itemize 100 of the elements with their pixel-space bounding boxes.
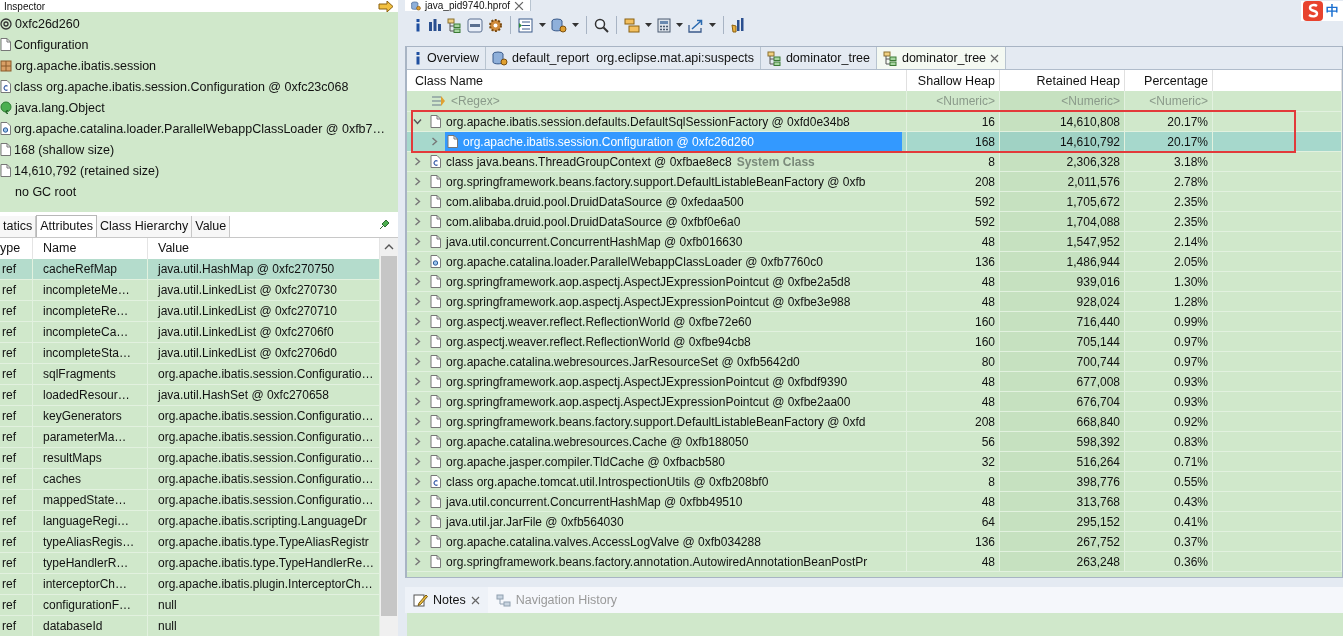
class-name[interactable]: org.apache.catalina.webresources.JarResourceSet @ 0xfb5642d0 — [446, 354, 800, 369]
table-cell: parameterMa… — [33, 427, 148, 447]
class-name[interactable]: org.apache.catalina.valves.AccessLogValve @ 0xfb034288 — [446, 534, 761, 549]
table-cell: loadedResour… — [33, 385, 148, 405]
tab[interactable]: Value — [192, 216, 231, 237]
expander-icon[interactable] — [430, 137, 439, 146]
expander-icon[interactable] — [413, 217, 422, 226]
class-name[interactable]: java.util.jar.JarFile @ 0xfb564030 — [446, 514, 624, 529]
caret-icon[interactable] — [709, 23, 716, 27]
group-icon[interactable] — [624, 17, 640, 33]
expander-icon[interactable] — [413, 157, 422, 166]
tab[interactable]: dominator_tree — [876, 47, 1007, 69]
column-header[interactable]: Shallow Heap — [907, 70, 1000, 91]
toolbar-button[interactable] — [518, 15, 546, 35]
table-cell: 1.30% — [1173, 274, 1208, 289]
tab[interactable]: Overview — [407, 47, 487, 69]
list-icon[interactable] — [518, 17, 534, 33]
page-icon — [430, 115, 441, 128]
column-header[interactable]: Class Name — [407, 70, 907, 91]
class-name[interactable]: org.apache.catalina.webresources.Cache @ 0xfb188050 — [446, 434, 749, 449]
table-cell: 136 — [974, 254, 995, 269]
logo-icon[interactable] — [1303, 1, 1323, 21]
class-name[interactable]: java.util.concurrent.ConcurrentHashMap @ 0xfb016630 — [446, 234, 743, 249]
notes-icon — [413, 593, 428, 607]
class-name[interactable]: org.apache.catalina.loader.ParallelWebappClassLoader @ 0xfb7760c0 — [446, 254, 823, 269]
class-name[interactable]: org.springframework.aop.aspectj.AspectJExpressionPointcut @ 0xfbdf9390 — [446, 374, 848, 389]
close-icon[interactable] — [514, 0, 525, 11]
class-name[interactable]: org.aspectj.weaver.reflect.ReflectionWorld @ 0xfbe72e60 — [446, 314, 752, 329]
toolbar-button[interactable] — [657, 15, 683, 35]
editor-tab[interactable]: java_pid9740.hprof — [405, 0, 532, 11]
expander-icon[interactable] — [413, 317, 422, 326]
expander-icon[interactable] — [413, 397, 422, 406]
expander-icon[interactable] — [413, 277, 422, 286]
table-cell: keyGenerators — [33, 406, 148, 426]
class-name[interactable]: class org.apache.tomcat.util.IntrospectionUtils @ 0xfb208bf0 — [446, 474, 769, 489]
expander-icon[interactable] — [413, 417, 422, 426]
pin-icon[interactable] — [378, 218, 390, 231]
class-name[interactable]: org.aspectj.weaver.reflect.ReflectionWorld @ 0xfbe94cb8 — [446, 334, 751, 349]
class-name[interactable]: class java.beans.ThreadGroupContext @ 0xfbae8ec8 — [446, 154, 732, 169]
tab[interactable]: Attributes — [36, 215, 97, 237]
table-cell: 48 — [981, 294, 995, 309]
class-name[interactable]: org.springframework.aop.aspectj.AspectJExpressionPointcut @ 0xfbe3e988 — [446, 294, 851, 309]
class-icon — [430, 475, 441, 488]
class-name[interactable]: org.apache.jasper.compiler.TldCache @ 0xfbacb580 — [446, 454, 725, 469]
class-name[interactable]: org.apache.ibatis.session.defaults.DefaultSqlSessionFactory @ 0xfd0e34b8 — [446, 114, 850, 129]
panel-title[interactable]: Inspector — [4, 0, 46, 12]
table-cell: ref — [0, 511, 33, 531]
loader-icon — [430, 255, 441, 268]
close-icon[interactable] — [470, 595, 480, 605]
column-header[interactable]: Percentage — [1125, 70, 1213, 91]
table-cell: 8 — [988, 474, 995, 489]
expander-icon[interactable] — [413, 537, 422, 546]
expander-icon[interactable] — [413, 357, 422, 366]
class-name[interactable]: com.alibaba.druid.pool.DruidDataSource @ 0xfbf0e6a0 — [446, 214, 741, 229]
table-cell: 2.78% — [1173, 174, 1208, 189]
close-icon[interactable] — [990, 53, 1000, 63]
expander-icon[interactable] — [413, 117, 422, 126]
tab[interactable]: Notes — [405, 587, 488, 613]
database-icon[interactable] — [551, 17, 567, 33]
caret-icon[interactable] — [572, 23, 579, 27]
calculator-icon[interactable] — [657, 17, 671, 33]
class-name[interactable]: org.springframework.beans.factory.support.DefaultListableBeanFactory @ 0xfd — [446, 414, 866, 429]
caret-icon[interactable] — [645, 23, 652, 27]
tab[interactable]: Class Hierarchy — [97, 216, 193, 237]
expander-icon[interactable] — [413, 557, 422, 566]
class-name[interactable]: com.alibaba.druid.pool.DruidDataSource @ 0xfedaa500 — [446, 194, 744, 209]
scrollbar-thumb[interactable] — [381, 256, 397, 616]
class-name[interactable]: org.springframework.beans.factory.annotation.AutowiredAnnotationBeanPostPr — [446, 554, 868, 569]
expander-icon[interactable] — [413, 337, 422, 346]
export-icon[interactable] — [688, 17, 704, 33]
tab[interactable]: dominator_tree — [760, 47, 877, 69]
detail-text: Configuration — [14, 37, 89, 52]
expander-icon[interactable] — [413, 257, 422, 266]
arrow-icon[interactable] — [378, 0, 394, 12]
scroll-up-icon[interactable] — [384, 243, 394, 250]
expander-icon[interactable] — [413, 457, 422, 466]
tab[interactable]: default_report org.eclipse.mat.api:suspects — [486, 47, 761, 69]
table-cell: ref — [0, 364, 33, 384]
caret-icon[interactable] — [539, 23, 546, 27]
expander-icon[interactable] — [413, 237, 422, 246]
expander-icon[interactable] — [413, 297, 422, 306]
expander-icon[interactable] — [413, 437, 422, 446]
expander-icon[interactable] — [413, 477, 422, 486]
expander-icon[interactable] — [413, 377, 422, 386]
scrollbar[interactable] — [380, 238, 398, 636]
table-cell: 48 — [981, 274, 995, 289]
caret-icon[interactable] — [676, 23, 683, 27]
class-name[interactable]: org.springframework.aop.aspectj.AspectJExpressionPointcut @ 0xfbe2a5d8 — [446, 274, 851, 289]
expander-icon[interactable] — [413, 197, 422, 206]
class-name[interactable]: org.springframework.beans.factory.support.DefaultListableBeanFactory @ 0xfb — [446, 174, 866, 189]
expander-icon[interactable] — [413, 517, 422, 526]
detail-text: 168 (shallow size) — [14, 142, 115, 157]
class-name[interactable]: java.util.concurrent.ConcurrentHashMap @ 0xfbb49510 — [446, 494, 743, 509]
tab[interactable]: tatics — [0, 216, 37, 237]
class-name[interactable]: org.springframework.aop.aspectj.AspectJExpressionPointcut @ 0xfbe2aa00 — [446, 394, 851, 409]
database-icon[interactable] — [411, 0, 421, 11]
expander-icon[interactable] — [413, 177, 422, 186]
table-cell: 80 — [981, 354, 995, 369]
toolbar-button[interactable] — [551, 15, 579, 35]
expander-icon[interactable] — [413, 497, 422, 506]
